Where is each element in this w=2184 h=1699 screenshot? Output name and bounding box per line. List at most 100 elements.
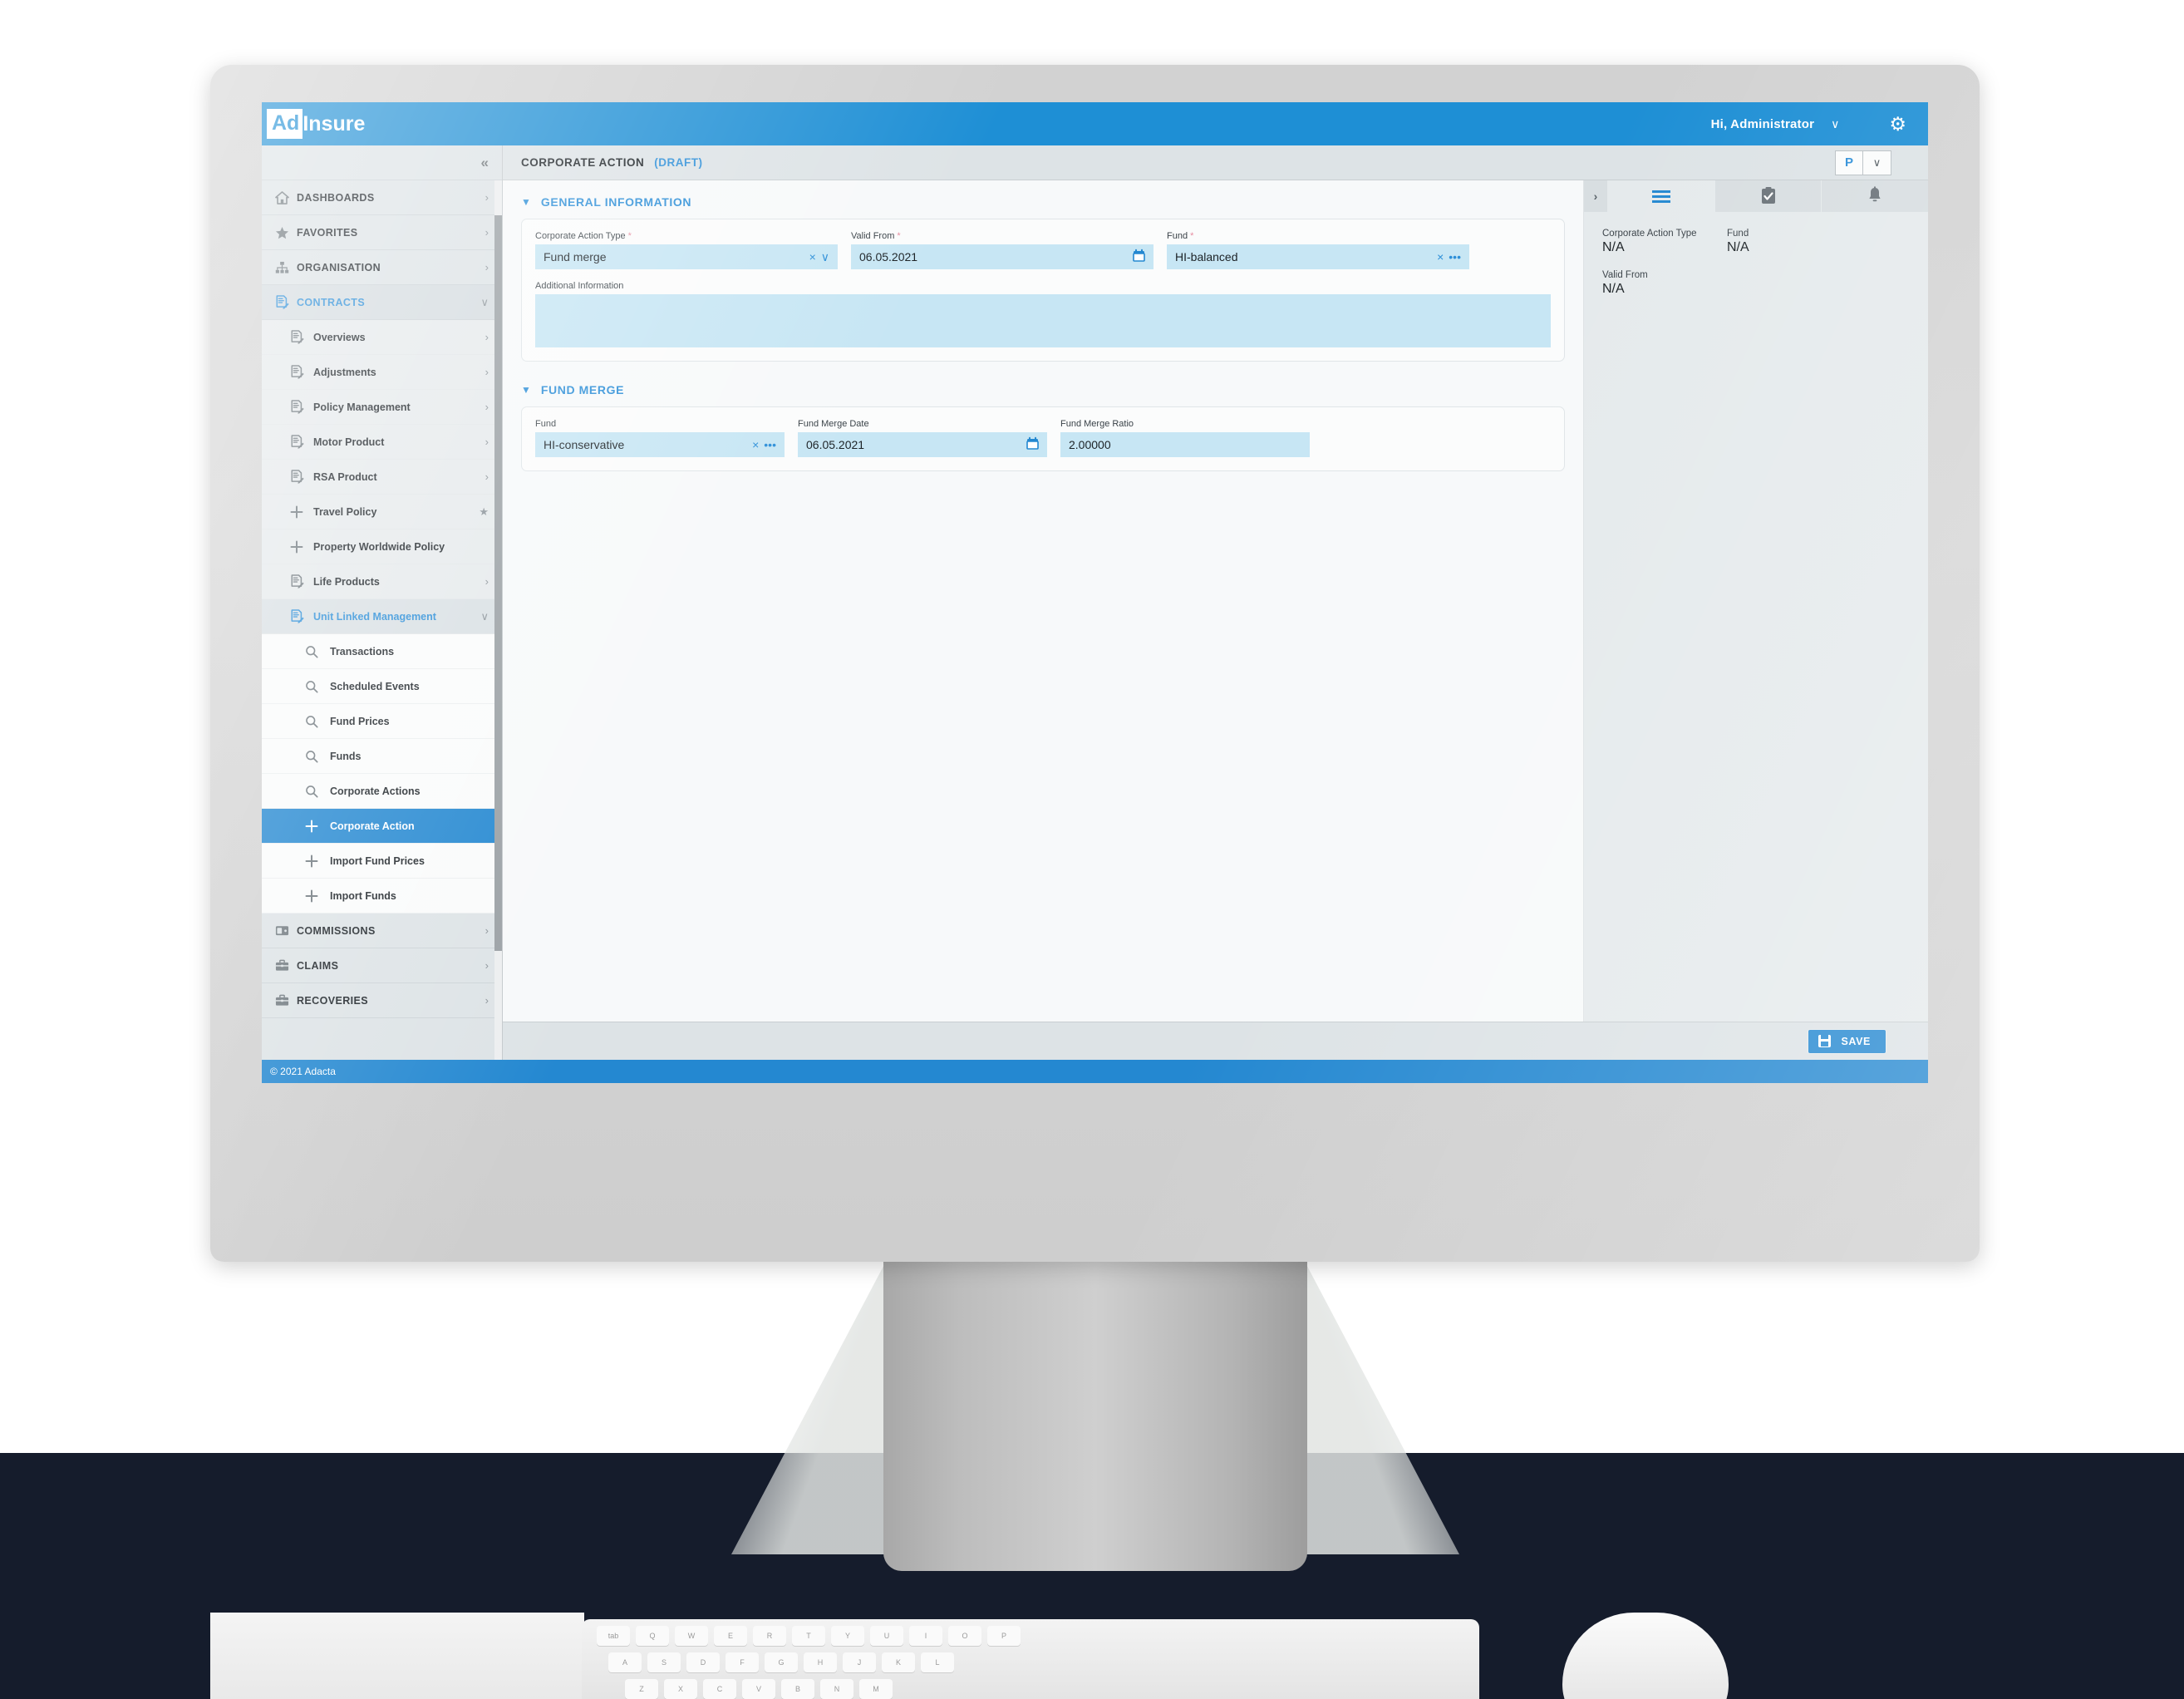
chevron-right-icon[interactable]: ›: [485, 924, 489, 937]
sidebar-item-label: Import Funds: [330, 889, 396, 902]
sidebar-item-corporate-action[interactable]: Corporate Action: [262, 809, 502, 844]
sidebar-item-contracts[interactable]: CONTRACTS ∨: [262, 285, 502, 320]
monitor-stand: [883, 1255, 1307, 1571]
sidebar-scrollbar-thumb[interactable]: [494, 215, 502, 951]
keyboard: tab Q W E R T Y U I O P A S D F G H J K …: [582, 1619, 1479, 1699]
chevron-right-icon[interactable]: ›: [485, 226, 489, 239]
user-greeting[interactable]: Hi, Administrator: [1711, 117, 1815, 131]
field-value: Fund merge: [544, 250, 607, 263]
section-title-fund-merge: FUND MERGE: [540, 383, 625, 396]
merge-date-input[interactable]: 06.05.2021: [798, 432, 1047, 457]
sidebar-item-property-worldwide-policy[interactable]: Property Worldwide Policy: [262, 529, 502, 564]
fund-merge-card: Fund HI-conservative × ••• Fund Merge Da…: [521, 406, 1565, 471]
sidebar-item-funds[interactable]: Funds: [262, 739, 502, 774]
fund-merge-header[interactable]: ▼ FUND MERGE: [521, 383, 1565, 396]
chevron-right-icon[interactable]: ›: [485, 994, 489, 1007]
app-logo[interactable]: Ad Insure: [267, 102, 370, 145]
sidebar-item-adjustments[interactable]: Adjustments ›: [262, 355, 502, 390]
keyboard-key: L: [921, 1652, 954, 1672]
chevron-right-icon[interactable]: ›: [485, 436, 489, 448]
sidebar-item-unit-linked-management[interactable]: Unit Linked Management ∨: [262, 599, 502, 634]
sidebar-item-label: Fund Prices: [330, 715, 390, 727]
sidebar-item-organisation[interactable]: ORGANISATION ›: [262, 250, 502, 285]
sidebar-scrollbar-track[interactable]: [494, 180, 502, 1060]
sidebar-item-import-fund-prices[interactable]: Import Fund Prices: [262, 844, 502, 879]
sidebar-item-corporate-actions[interactable]: Corporate Actions: [262, 774, 502, 809]
chevron-down-icon[interactable]: ∨: [821, 250, 829, 264]
fund-input[interactable]: HI-balanced × •••: [1167, 244, 1469, 269]
chevron-down-icon[interactable]: ∨: [1831, 117, 1839, 131]
print-button[interactable]: P: [1835, 150, 1863, 175]
sidebar-item-label: CLAIMS: [297, 959, 339, 972]
save-button[interactable]: SAVE: [1808, 1028, 1886, 1054]
sidebar-item-motor-product[interactable]: Motor Product ›: [262, 425, 502, 460]
clear-icon[interactable]: ×: [809, 250, 816, 263]
general-information-header[interactable]: ▼ GENERAL INFORMATION: [521, 195, 1565, 209]
search-icon: [305, 785, 330, 798]
search-icon: [305, 645, 330, 658]
chevron-right-icon[interactable]: ›: [485, 401, 489, 413]
more-options-icon[interactable]: •••: [764, 438, 776, 451]
sidebar-item-import-funds[interactable]: Import Funds: [262, 879, 502, 914]
chevron-right-icon[interactable]: ›: [485, 261, 489, 273]
document-edit-icon: [290, 574, 313, 588]
sidebar-item-policy-management[interactable]: Policy Management ›: [262, 390, 502, 425]
action-bar: SAVE: [503, 1022, 1928, 1060]
sidebar-item-label: Travel Policy: [313, 505, 377, 518]
right-panel-body: Corporate Action Type N/A Fund N/A Valid…: [1584, 212, 1928, 312]
page-title: CORPORATE ACTION: [521, 156, 645, 169]
tab-notifications[interactable]: [1821, 180, 1928, 212]
right-panel-expand-button[interactable]: ›: [1584, 180, 1607, 212]
keyboard-key: O: [948, 1626, 981, 1646]
sidebar-item-travel-policy[interactable]: Travel Policy ★: [262, 495, 502, 529]
sidebar-item-fund-prices[interactable]: Fund Prices: [262, 704, 502, 739]
field-fund: Fund * HI-balanced × •••: [1167, 231, 1469, 269]
field-value: HI-balanced: [1175, 250, 1238, 263]
keyboard-key: D: [686, 1652, 720, 1672]
keyboard-key: N: [820, 1679, 853, 1699]
sidebar-item-rsa-product[interactable]: RSA Product ›: [262, 460, 502, 495]
chevron-down-icon[interactable]: ∨: [480, 296, 489, 309]
more-options-icon[interactable]: •••: [1449, 250, 1461, 263]
clear-icon[interactable]: ×: [1437, 250, 1444, 263]
sidebar-item-life-products[interactable]: Life Products ›: [262, 564, 502, 599]
sidebar-item-transactions[interactable]: Transactions: [262, 634, 502, 669]
chevron-right-icon[interactable]: ›: [485, 575, 489, 588]
clear-icon[interactable]: ×: [752, 438, 759, 451]
sidebar-collapse-button[interactable]: «: [262, 145, 502, 180]
merge-ratio-input[interactable]: 2.00000: [1060, 432, 1310, 457]
star-icon[interactable]: ★: [479, 505, 489, 519]
chevron-right-icon[interactable]: ›: [485, 470, 489, 483]
corporate-action-type-input[interactable]: Fund merge × ∨: [535, 244, 838, 269]
tab-tasks[interactable]: [1714, 180, 1822, 212]
sidebar-item-commissions[interactable]: COMMISSIONS ›: [262, 914, 502, 948]
sidebar-item-overviews[interactable]: Overviews ›: [262, 320, 502, 355]
chevron-right-icon[interactable]: ›: [485, 331, 489, 343]
field-value: HI-conservative: [544, 438, 625, 451]
chevron-right-icon[interactable]: ›: [485, 366, 489, 378]
chevron-right-icon[interactable]: ›: [485, 191, 489, 204]
stand-shadow-left: [731, 1255, 889, 1554]
briefcase-icon: [275, 959, 297, 972]
tab-summary[interactable]: [1607, 180, 1714, 212]
plus-icon: [305, 820, 330, 833]
sidebar-item-claims[interactable]: CLAIMS ›: [262, 948, 502, 983]
scene: tab Q W E R T Y U I O P A S D F G H J K …: [0, 0, 2184, 1699]
sidebar-item-label: RECOVERIES: [297, 994, 368, 1007]
valid-from-input[interactable]: 06.05.2021: [851, 244, 1153, 269]
chevron-down-icon[interactable]: ∨: [480, 610, 489, 623]
sidebar-item-favorites[interactable]: FAVORITES ›: [262, 215, 502, 250]
print-dropdown-button[interactable]: ∨: [1863, 150, 1891, 175]
calendar-icon[interactable]: [1133, 249, 1145, 265]
merge-fund-input[interactable]: HI-conservative × •••: [535, 432, 785, 457]
sidebar-item-scheduled-events[interactable]: Scheduled Events: [262, 669, 502, 704]
hamburger-icon: [1651, 190, 1670, 203]
chevron-right-icon[interactable]: ›: [485, 959, 489, 972]
gear-icon[interactable]: ⚙: [1889, 114, 1906, 134]
additional-information-textarea[interactable]: [535, 294, 1551, 347]
sidebar-item-recoveries[interactable]: RECOVERIES ›: [262, 983, 502, 1018]
keyboard-key: Q: [636, 1626, 669, 1646]
calendar-icon[interactable]: [1026, 436, 1039, 453]
sidebar-item-label: Corporate Action: [330, 820, 415, 832]
sidebar-item-dashboards[interactable]: DASHBOARDS ›: [262, 180, 502, 215]
